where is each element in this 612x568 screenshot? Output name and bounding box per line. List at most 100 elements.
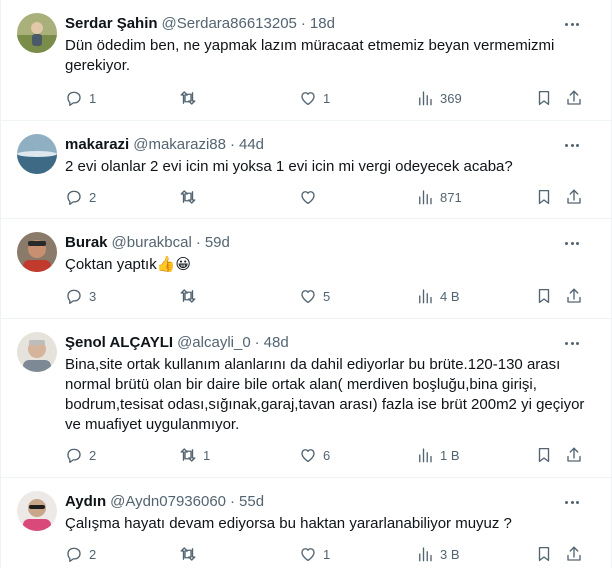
retweet-button[interactable]	[179, 285, 203, 307]
share-icon	[567, 189, 581, 204]
like-button[interactable]: 5	[299, 285, 330, 307]
timestamp[interactable]: 59d	[205, 234, 230, 251]
retweet-icon	[180, 289, 196, 303]
retweet-button[interactable]: 1	[179, 444, 210, 466]
author-name[interactable]: Serdar Şahin	[65, 15, 158, 32]
avatar[interactable]	[17, 13, 57, 53]
reply-button[interactable]: 2	[65, 444, 96, 466]
share-button[interactable]	[565, 186, 583, 208]
retweet-button[interactable]	[179, 87, 203, 109]
views-icon	[419, 190, 432, 205]
author-handle[interactable]: @burakbcal	[112, 234, 192, 251]
retweet-button[interactable]	[179, 543, 203, 565]
share-icon	[567, 288, 581, 303]
bookmark-icon	[538, 447, 550, 463]
author-name[interactable]: makarazi	[65, 136, 129, 153]
bookmark-button[interactable]	[535, 87, 553, 109]
retweet-button[interactable]	[179, 186, 203, 208]
tweet-header: Serdar Şahin @Serdara86613205 · 18d	[65, 13, 335, 33]
views-icon	[419, 91, 432, 106]
like-icon	[301, 191, 315, 205]
bookmark-button[interactable]	[535, 444, 553, 466]
share-button[interactable]	[565, 285, 583, 307]
author-handle[interactable]: @makarazi88	[133, 136, 226, 153]
views-button[interactable]: 1 B	[416, 444, 460, 466]
share-icon	[567, 447, 581, 462]
views-count: 871	[440, 189, 462, 205]
more-icon[interactable]	[561, 233, 583, 253]
share-button[interactable]	[565, 444, 583, 466]
action-bar: 3 5 4 B	[65, 285, 589, 307]
timestamp[interactable]: 44d	[239, 136, 264, 153]
retweet-icon	[180, 190, 196, 204]
share-button[interactable]	[565, 87, 583, 109]
more-icon[interactable]	[561, 492, 583, 512]
author-name[interactable]: Burak	[65, 234, 108, 251]
reply-button[interactable]: 2	[65, 186, 96, 208]
reply-count: 2	[89, 189, 97, 205]
views-button[interactable]: 3 B	[416, 543, 460, 565]
author-handle[interactable]: @Serdara86613205	[162, 15, 297, 32]
tweet[interactable]: makarazi @makarazi88 · 44d 2 evi olanlar…	[1, 121, 611, 219]
reply-button[interactable]: 1	[65, 87, 96, 109]
separator-dot: ·	[300, 14, 306, 32]
like-button[interactable]: 1	[299, 543, 330, 565]
like-count: 1	[323, 90, 331, 106]
views-count: 1 B	[440, 447, 460, 463]
action-bar: 2 871	[65, 186, 589, 208]
bookmark-button[interactable]	[535, 543, 553, 565]
like-icon	[301, 449, 315, 463]
views-button[interactable]: 369	[416, 87, 462, 109]
avatar[interactable]	[17, 232, 57, 272]
author-name[interactable]: Aydın	[65, 493, 106, 510]
share-button[interactable]	[565, 543, 583, 565]
tweet-header: makarazi @makarazi88 · 44d	[65, 134, 264, 154]
like-button[interactable]	[299, 186, 323, 208]
separator-dot: ·	[230, 492, 236, 510]
tweet-header: Aydın @Aydn07936060 · 55d	[65, 491, 264, 511]
reply-button[interactable]: 2	[65, 543, 96, 565]
author-name[interactable]: Şenol ALÇAYLI	[65, 334, 173, 351]
reply-icon	[67, 448, 81, 463]
tweet[interactable]: Serdar Şahin @Serdara86613205 · 18d Dün …	[1, 0, 611, 121]
views-button[interactable]: 4 B	[416, 285, 460, 307]
retweet-count: 1	[203, 447, 211, 463]
more-icon[interactable]	[561, 333, 583, 353]
share-icon	[567, 546, 581, 561]
more-icon[interactable]	[561, 135, 583, 155]
like-icon	[301, 290, 315, 304]
tweet[interactable]: Şenol ALÇAYLI @alcayli_0 · 48d Bina,site…	[1, 319, 611, 478]
tweet[interactable]: Aydın @Aydn07936060 · 55d Çalışma hayatı…	[1, 478, 611, 568]
author-handle[interactable]: @Aydn07936060	[110, 493, 226, 510]
reply-count: 3	[89, 288, 97, 304]
views-button[interactable]: 871	[416, 186, 462, 208]
action-bar: 2 1 3 B	[65, 543, 589, 565]
like-icon	[301, 548, 315, 562]
tweet-header: Burak @burakbcal · 59d	[65, 232, 230, 252]
separator-dot: ·	[229, 135, 235, 153]
views-icon	[419, 289, 432, 304]
timestamp[interactable]: 55d	[239, 493, 264, 510]
bookmark-button[interactable]	[535, 186, 553, 208]
bookmark-icon	[538, 546, 550, 562]
bookmark-button[interactable]	[535, 285, 553, 307]
views-count: 369	[440, 90, 462, 106]
reply-count: 2	[89, 546, 97, 562]
like-button[interactable]: 6	[299, 444, 330, 466]
reply-icon	[67, 289, 81, 304]
timestamp[interactable]: 18d	[310, 15, 335, 32]
more-icon[interactable]	[561, 14, 583, 34]
like-button[interactable]: 1	[299, 87, 330, 109]
reply-icon	[67, 91, 81, 106]
author-handle[interactable]: @alcayli_0	[177, 334, 251, 351]
avatar[interactable]	[17, 332, 57, 372]
timestamp[interactable]: 48d	[264, 334, 289, 351]
avatar[interactable]	[17, 134, 57, 174]
reply-count: 2	[89, 447, 97, 463]
tweet[interactable]: Burak @burakbcal · 59d Çoktan yaptık👍😀 3…	[1, 219, 611, 319]
reply-button[interactable]: 3	[65, 285, 96, 307]
retweet-icon	[180, 547, 196, 561]
like-icon	[301, 92, 315, 106]
avatar[interactable]	[17, 491, 57, 531]
retweet-icon	[180, 448, 196, 462]
